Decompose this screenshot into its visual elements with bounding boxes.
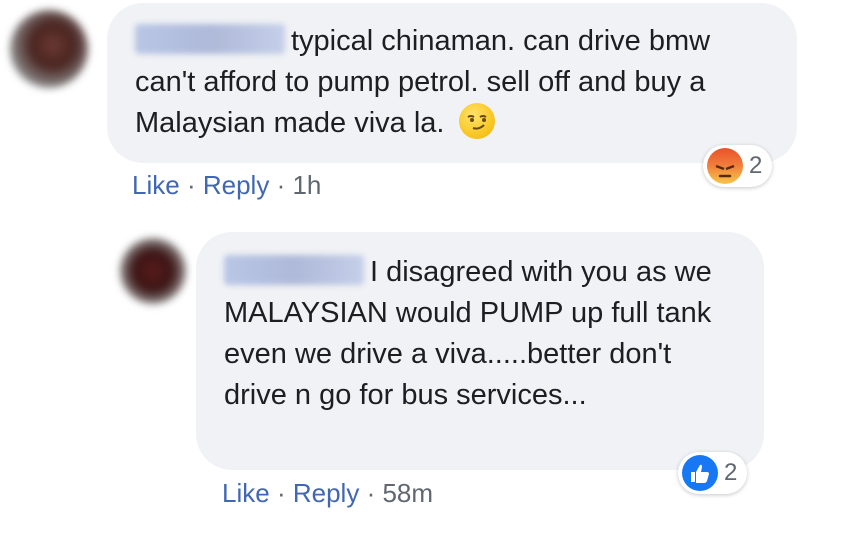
reply-reaction-summary[interactable]: 2 bbox=[678, 452, 748, 494]
reply-bubble: I disagreed with you as we MALAYSIAN wou… bbox=[196, 232, 764, 470]
reply-link[interactable]: Reply bbox=[203, 170, 269, 200]
reply-actions: Like · Reply · 58m bbox=[222, 478, 433, 509]
reply-avatar[interactable] bbox=[120, 238, 186, 304]
commenter-name-blurred[interactable] bbox=[135, 24, 285, 55]
comment-bubble: typical chinaman. can drive bmw can't af… bbox=[107, 3, 797, 163]
separator-dot: · bbox=[186, 170, 196, 200]
smirk-emoji-icon bbox=[458, 103, 495, 140]
commenter-avatar[interactable] bbox=[10, 10, 88, 88]
reaction-count: 2 bbox=[724, 459, 738, 486]
angry-reaction-icon bbox=[707, 148, 743, 184]
separator-dot: · bbox=[276, 478, 286, 508]
like-reaction-icon bbox=[682, 455, 718, 491]
separator-dot: · bbox=[366, 478, 376, 508]
comment-actions: Like · Reply · 1h bbox=[132, 170, 321, 201]
like-link[interactable]: Like bbox=[132, 170, 180, 200]
reply-author-name-blurred[interactable] bbox=[224, 255, 364, 286]
comment-timestamp[interactable]: 1h bbox=[292, 170, 321, 200]
reaction-count: 2 bbox=[749, 152, 763, 179]
like-link[interactable]: Like bbox=[222, 478, 270, 508]
separator-dot: · bbox=[276, 170, 286, 200]
reply-link[interactable]: Reply bbox=[293, 478, 359, 508]
reaction-summary[interactable]: 2 bbox=[703, 145, 773, 187]
reply-timestamp[interactable]: 58m bbox=[382, 478, 433, 508]
